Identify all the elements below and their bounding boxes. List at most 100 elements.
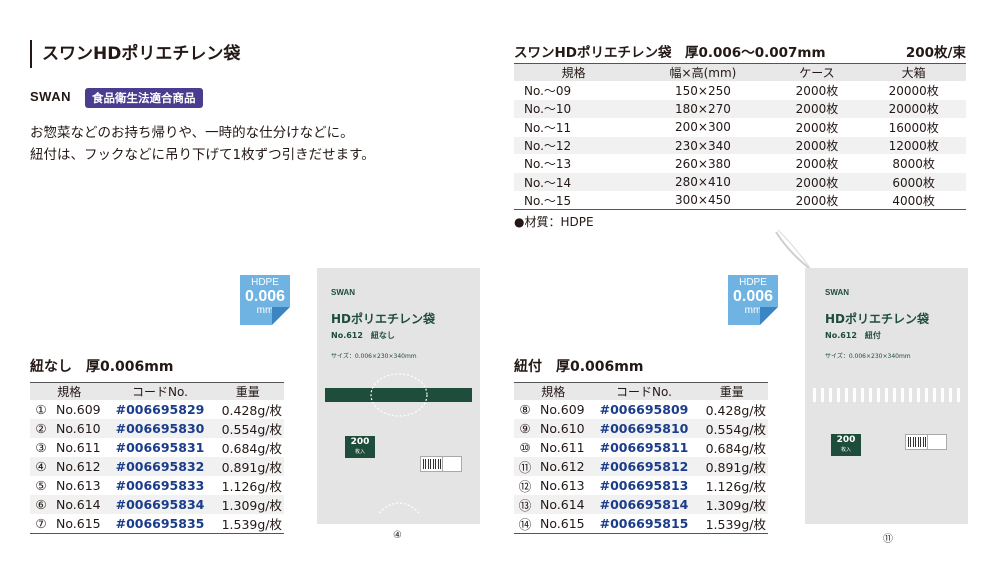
product-code: #006695832 [108,457,212,476]
product-code: #006695811 [599,440,689,455]
weight: 0.891g/枚 [211,457,284,476]
spec-cell: No.〜12 [514,135,634,155]
brand-logo: SWAN [30,89,71,104]
spec-table-body: No.〜09 150×250 2000枚 20000枚 No.〜10 180×270 200… [514,80,966,210]
handle-cutout-icon [370,373,428,514]
product-code: #006695830 [108,419,212,438]
model-number: No.615 [540,516,585,531]
model-number: No.610 [52,419,109,438]
section-no-string: 紐なし 厚0.006mm 規格 コードNo. 重量 ① No.609 #006695… [30,356,284,534]
section-title: 紐なし 厚0.006mm [30,359,174,375]
spec-cell: 2000枚 [772,99,862,119]
spec-cell: 230×340 [633,135,773,155]
model-number: No.612 [536,457,593,476]
product-row: ⑥ No.614 #006695834 1.309g/枚 [30,495,284,514]
bag-number: No.612 紐付 [825,331,881,340]
spec-cell: 260×380 [633,154,773,173]
spec-cell: 2000枚 [772,172,862,192]
column-header: コードNo. [108,382,212,400]
product-code: #006695815 [599,516,689,531]
product-row: ⑬ No.614 #006695814 1.309g/枚 [514,495,768,514]
material-note: ●材質：HDPE [514,215,594,229]
column-header: コードNo. [592,382,696,400]
row-number: ⑫ [518,479,532,494]
description-line: 紐付は、フックなどに吊り下げて1枚ずつ引きだせます。 [30,147,375,163]
hdpe-value: 0.006 [732,288,774,305]
spec-cell: 300×450 [633,190,773,210]
spec-cell: 280×410 [633,172,773,192]
spec-header: スワンHDポリエチレン袋 厚0.006〜0.007mm 200枚/束 [514,37,966,63]
spec-row: No.〜09 150×250 2000枚 20000枚 [514,80,966,100]
product-code: #006695812 [592,457,696,476]
row-number: ③ [35,440,47,455]
column-header: 大箱 [861,63,966,82]
weight: 0.684g/枚 [705,441,766,456]
spec-cell: 4000枚 [861,190,966,210]
product-table-header: 規格 コードNo. 重量 [514,382,768,400]
model-number: No.609 [56,402,101,417]
spec-cell: 20000枚 [861,80,966,100]
weight: 0.554g/枚 [211,419,284,438]
food-safety-badge: 食品衛生法適合商品 [85,88,203,108]
product-code: #006695835 [115,516,205,531]
column-header: 規格 [514,382,593,400]
weight: 1.126g/枚 [705,479,766,494]
product-table: 規格 コードNo. 重量 ⑧ No.609 #006695809 0.428g/枚 ⑨ N… [514,382,768,534]
description-line: お惣菜などのお持ち帰りや、一時的な仕分けなどに。 [30,125,354,141]
row-number: ① [35,402,47,417]
bag-count: 200 [350,437,370,447]
bag-size: サイズ：0.006×230×340mm [825,353,911,360]
model-number: No.611 [540,440,585,455]
product-row: ⑤ No.613 #006695833 1.126g/枚 [30,476,284,495]
product-row: ③ No.611 #006695831 0.684g/枚 [30,438,284,457]
spec-cell: 16000枚 [861,117,966,137]
model-number: No.613 [540,478,585,493]
product-table-header: 規格 コードNo. 重量 [30,382,284,400]
weight: 1.539g/枚 [221,517,282,532]
spec-cell: 150×250 [633,80,773,100]
hdpe-thickness-badge: HDPE 0.006 mm [728,275,778,325]
page-fold-icon [272,307,290,325]
bag-caption: ④ [393,530,402,541]
spec-cell: 6000枚 [861,172,966,192]
product-code: #006695813 [599,478,689,493]
model-number: No.614 [536,495,593,514]
page-title-text: スワンHDポリエチレン袋 [42,44,241,64]
product-code: #006695814 [592,495,696,514]
product-row: ① No.609 #006695829 0.428g/枚 [30,400,284,419]
spec-cell: No.〜11 [514,117,634,137]
weight: 0.554g/枚 [695,419,768,438]
row-number: ⑥ [30,495,52,514]
hdpe-value: 0.006 [244,288,286,305]
product-code: #006695810 [592,419,696,438]
weight: 0.891g/枚 [695,457,768,476]
page-fold-icon [760,307,778,325]
model-number: No.611 [56,440,101,455]
spec-panel: スワンHDポリエチレン袋 厚0.006〜0.007mm 200枚/束 規格 幅×… [514,37,966,211]
row-number: ⑭ [518,517,532,532]
product-row: ⑭ No.615 #006695815 1.539g/枚 [514,514,768,534]
product-row: ⑨ No.610 #006695810 0.554g/枚 [514,419,768,438]
hdpe-thickness-badge: HDPE 0.006 mm [240,275,290,325]
row-number: ⑬ [514,495,536,514]
section-with-string: 紐付 厚0.006mm 規格 コードNo. 重量 ⑧ No.609 #0066958… [514,356,768,534]
description: お惣菜などのお持ち帰りや、一時的な仕分けなどに。 紐付は、フックなどに吊り下げて… [30,122,375,166]
bag-count-box: 200 枚入 [345,436,375,458]
product-row: ⑧ No.609 #006695809 0.428g/枚 [514,400,768,419]
product-row: ④ No.612 #006695832 0.891g/枚 [30,457,284,476]
row-number: ② [30,419,52,438]
product-code: #006695829 [115,402,205,417]
product-row: ⑦ No.615 #006695835 1.539g/枚 [30,514,284,534]
column-header: 幅×高(mm) [633,63,773,82]
model-number: No.614 [52,495,109,514]
bag-title: HDポリエチレン袋 [825,312,930,326]
page-title: スワンHDポリエチレン袋 [30,40,240,68]
spec-cell: 200×300 [633,117,773,137]
model-number: No.610 [536,419,593,438]
product-code: #006695831 [115,440,205,455]
spec-cell: 2000枚 [772,117,862,137]
row-number: ④ [30,457,52,476]
bag-count-unit: 枚入 [354,449,365,455]
spec-cell: 2000枚 [772,154,862,173]
spec-cell: 12000枚 [861,135,966,155]
